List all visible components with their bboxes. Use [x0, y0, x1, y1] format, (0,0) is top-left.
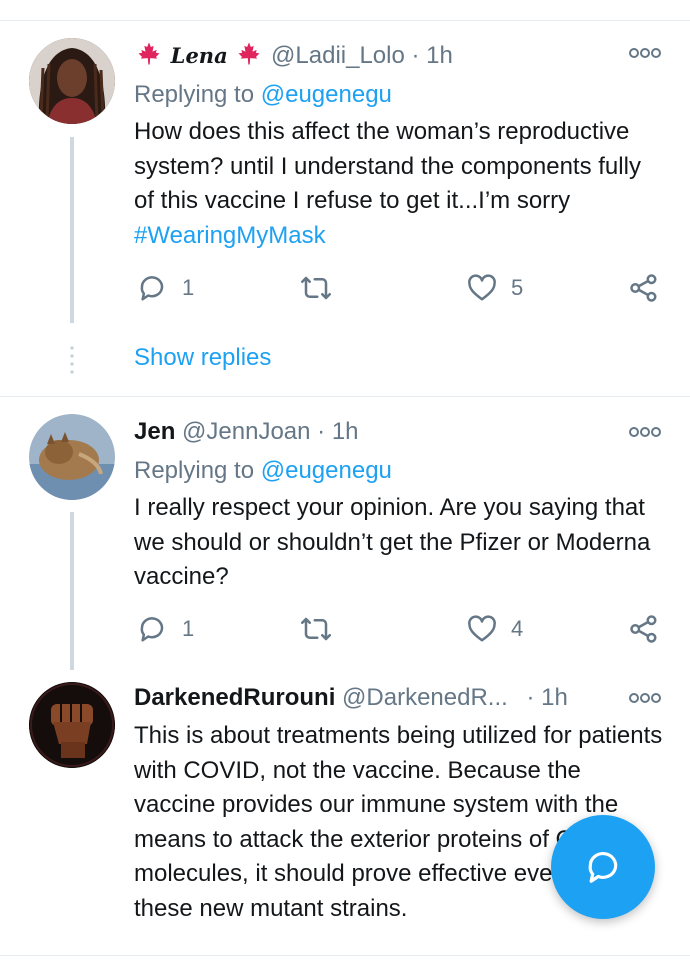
reply-icon: [140, 617, 164, 642]
mention-link[interactable]: @eugenegu: [261, 457, 392, 484]
like-button[interactable]: 5: [467, 273, 523, 303]
display-name[interactable]: Lena: [171, 43, 228, 68]
tweet-divider: [0, 396, 690, 397]
display-name[interactable]: Jen: [134, 418, 175, 445]
reply-button[interactable]: 1: [136, 614, 194, 644]
avatar-image: [29, 38, 115, 124]
tweet-header: Lena @Ladii_Lolo · 1h: [134, 40, 453, 71]
compose-reply-icon: [588, 852, 618, 883]
timestamp[interactable]: · 1h: [412, 42, 453, 69]
mention-link[interactable]: @eugenegu: [261, 81, 392, 108]
maple-leaf-icon: [138, 42, 160, 65]
avatar[interactable]: [29, 682, 115, 768]
like-button[interactable]: 4: [467, 614, 523, 644]
user-handle[interactable]: @JennJoan: [182, 418, 310, 445]
reply-count: 1: [182, 616, 195, 641]
top-divider: [0, 20, 690, 21]
compose-reply-button[interactable]: [551, 815, 655, 919]
retweet-button[interactable]: [299, 273, 333, 303]
raised-fist-icon: [29, 682, 115, 768]
retweet-icon: [301, 617, 331, 641]
thread-line: [70, 137, 74, 323]
bottom-divider: [0, 955, 690, 956]
retweet-icon: [301, 276, 331, 300]
replying-label: Replying to: [134, 457, 255, 484]
tweet-body: How does this affect the woman’s reprodu…: [134, 118, 641, 214]
timestamp[interactable]: · 1h: [526, 684, 567, 711]
reply-count: 1: [182, 275, 195, 300]
replying-to: Replying to @eugenegu: [134, 80, 392, 110]
show-replies-link[interactable]: Show replies: [134, 344, 271, 372]
tweet-header: Jen @JennJoan · 1h: [134, 417, 359, 447]
user-handle[interactable]: @DarkenedR...: [342, 684, 508, 711]
reply-icon: [140, 276, 164, 301]
share-icon: [630, 615, 657, 643]
share-icon: [630, 274, 657, 302]
tweet-text: How does this affect the woman’s reprodu…: [134, 115, 664, 253]
tweet-header: DarkenedRurouni @DarkenedR... · 1h: [134, 683, 568, 713]
like-icon: [468, 274, 496, 301]
more-icon[interactable]: [628, 46, 662, 60]
thread-line: [70, 512, 74, 670]
avatar[interactable]: [29, 414, 115, 500]
more-icon[interactable]: [628, 691, 662, 705]
replying-to: Replying to @eugenegu: [134, 456, 392, 486]
like-icon: [468, 615, 496, 642]
avatar[interactable]: [29, 38, 115, 124]
like-count: 5: [511, 275, 524, 300]
like-count: 4: [511, 616, 524, 641]
maple-leaf-icon: [238, 42, 260, 65]
display-name[interactable]: DarkenedRurouni: [134, 684, 335, 711]
thread-dots: [70, 346, 74, 374]
user-handle[interactable]: @Ladii_Lolo: [271, 42, 405, 69]
share-button[interactable]: [628, 273, 660, 303]
replying-label: Replying to: [134, 81, 255, 108]
reply-button[interactable]: 1: [136, 273, 194, 303]
more-icon[interactable]: [628, 425, 662, 439]
tweet-text: I really respect your opinion. Are you s…: [134, 494, 651, 590]
retweet-button[interactable]: [299, 614, 333, 644]
avatar-image: [29, 414, 115, 500]
timestamp[interactable]: · 1h: [317, 418, 358, 445]
share-button[interactable]: [628, 614, 660, 644]
hashtag-link[interactable]: #WearingMyMask: [134, 222, 326, 249]
